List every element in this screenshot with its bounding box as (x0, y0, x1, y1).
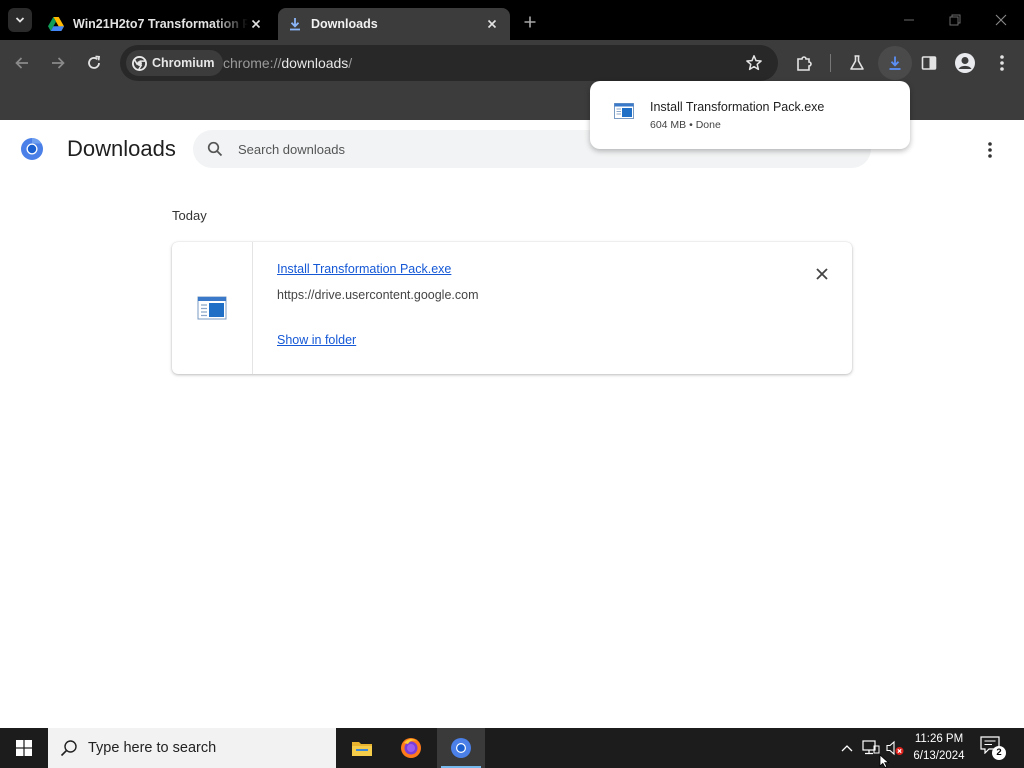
arrow-right-icon (52, 57, 65, 69)
start-button[interactable] (0, 728, 48, 768)
close-window-button[interactable] (987, 8, 1015, 32)
tab-transformation-pack[interactable]: Win21H2to7 Transformation Pack (38, 8, 274, 40)
back-button[interactable] (10, 51, 34, 75)
show-in-folder-link[interactable]: Show in folder (277, 333, 356, 347)
chromium-icon (451, 738, 471, 758)
taskbar-search-box[interactable]: Type here to search (48, 728, 336, 768)
taskbar-clock[interactable]: 11:26 PM 6/13/2024 (904, 731, 974, 765)
google-drive-icon (48, 17, 64, 31)
taskbar-search-placeholder: Type here to search (88, 740, 217, 756)
clock-date: 6/13/2024 (913, 750, 965, 762)
close-tab-button[interactable] (484, 16, 500, 32)
download-bubble[interactable]: Install Transformation Pack.exe 604 MB •… (590, 81, 910, 149)
show-hidden-icons-button[interactable] (837, 736, 857, 760)
side-panel-button[interactable] (917, 51, 941, 75)
download-icon (290, 18, 300, 31)
bookmark-star-button[interactable] (742, 51, 766, 75)
windows-logo-icon (16, 740, 32, 756)
tab-downloads[interactable]: Downloads (278, 8, 510, 40)
search-icon (60, 740, 77, 757)
taskbar-chromium[interactable] (437, 728, 485, 768)
bubble-status: 604 MB • Done (650, 119, 721, 131)
page-title: Downloads (67, 136, 176, 161)
more-vertical-icon (988, 142, 992, 158)
download-icon (889, 56, 901, 70)
new-tab-button[interactable] (520, 12, 540, 32)
browser-toolbar: Chromium chrome://downloads/ (0, 40, 1024, 86)
minimize-button[interactable] (895, 8, 923, 32)
page-menu-button[interactable] (980, 139, 1000, 161)
windows-taskbar: Type here to search 11:26 PM 6/13/2024 2 (0, 728, 1024, 768)
reload-icon (88, 55, 100, 69)
close-icon (251, 19, 261, 29)
extensions-button[interactable] (792, 51, 816, 75)
profile-button[interactable] (953, 51, 977, 75)
side-panel-icon (921, 56, 937, 70)
notification-count-badge: 2 (992, 746, 1006, 760)
file-explorer-icon (352, 742, 372, 756)
mouse-cursor-icon (879, 754, 890, 768)
file-name-link[interactable]: Install Transformation Pack.exe (277, 262, 451, 276)
close-icon (816, 268, 828, 280)
tab-strip: Win21H2to7 Transformation Pack Downloads (0, 0, 1024, 40)
flask-icon (850, 55, 864, 70)
url-text[interactable]: chrome://downloads/ (223, 55, 352, 71)
reload-button[interactable] (82, 51, 106, 75)
restore-button[interactable] (941, 8, 969, 32)
tab-title: Downloads (311, 17, 378, 31)
more-vertical-icon (1000, 55, 1004, 71)
downloads-toolbar-button[interactable] (878, 46, 912, 80)
toolbar-divider (830, 54, 831, 72)
exe-file-icon (197, 296, 227, 320)
firefox-icon (401, 738, 421, 758)
clock-time: 11:26 PM (914, 733, 964, 745)
browser-menu-button[interactable] (990, 51, 1014, 75)
file-icon-area (172, 242, 253, 374)
bubble-filename[interactable]: Install Transformation Pack.exe (650, 100, 824, 114)
url-host: downloads (281, 55, 349, 71)
download-item: Install Transformation Pack.exe https://… (172, 242, 852, 374)
tab-search-button[interactable] (8, 8, 32, 32)
puzzle-icon (797, 56, 812, 71)
remove-download-button[interactable] (812, 264, 832, 284)
forward-button[interactable] (46, 51, 70, 75)
tab-title: Win21H2to7 Transformation Pack (73, 17, 248, 31)
arrow-left-icon (15, 57, 28, 69)
chrome-labs-button[interactable] (845, 51, 869, 75)
restore-icon (949, 14, 961, 26)
minimize-icon (904, 19, 914, 21)
site-chip-label: Chromium (152, 56, 215, 70)
chromium-logo-icon (21, 138, 43, 160)
close-icon (995, 14, 1007, 26)
address-bar[interactable]: Chromium chrome://downloads/ (120, 45, 778, 81)
close-icon (487, 19, 497, 29)
exe-file-icon (614, 103, 634, 119)
taskbar-file-explorer[interactable] (338, 728, 386, 768)
plus-icon (524, 16, 536, 28)
avatar-icon (955, 53, 975, 73)
chromium-icon (132, 55, 147, 71)
close-tab-button[interactable] (248, 16, 264, 32)
taskbar-firefox[interactable] (387, 728, 435, 768)
star-icon (746, 55, 762, 71)
search-icon (207, 141, 223, 157)
site-info-chip[interactable]: Chromium (126, 50, 223, 76)
chevron-down-icon (15, 17, 25, 23)
date-section-label: Today (172, 208, 207, 223)
action-center-button[interactable]: 2 (980, 736, 1006, 760)
url-path: / (348, 55, 353, 71)
network-icon (862, 740, 880, 755)
chevron-up-icon (841, 745, 853, 752)
url-scheme: chrome:// (223, 55, 282, 71)
file-source-url[interactable]: https://drive.usercontent.google.com (277, 288, 479, 302)
